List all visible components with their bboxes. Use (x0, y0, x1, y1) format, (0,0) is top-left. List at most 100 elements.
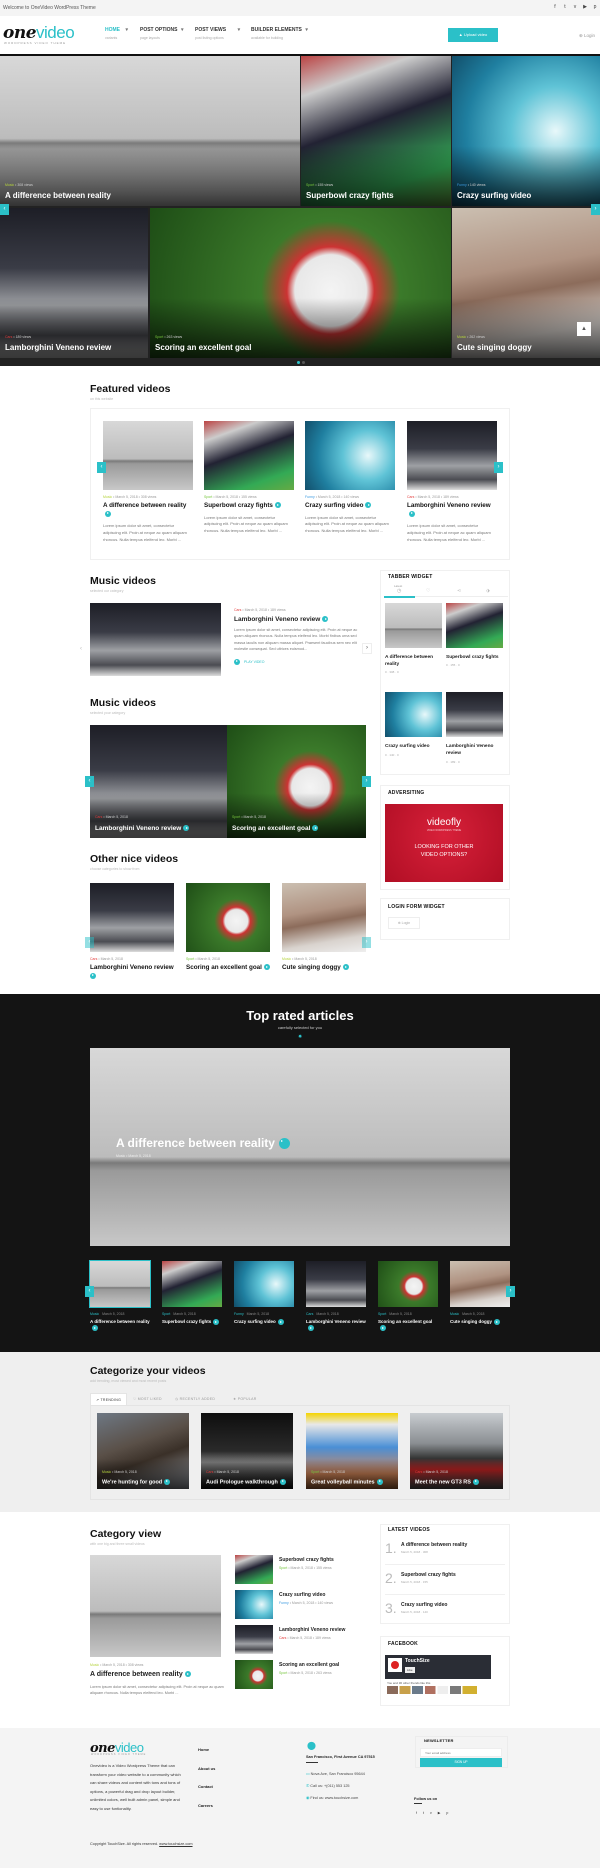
card-title[interactable]: Scoring an excellent goal (186, 964, 262, 971)
clock-icon[interactable]: ◷ (397, 588, 401, 594)
category-label[interactable]: Cars (234, 608, 241, 612)
category-label[interactable]: Sport (311, 1470, 319, 1474)
categorize-tile[interactable]: Cars • March 5, 2018 Meet the new GT3 RS (410, 1413, 503, 1489)
category-label[interactable]: Funny (305, 495, 315, 499)
play-icon[interactable] (342, 964, 349, 971)
carousel-prev-arrow[interactable]: ‹ (85, 776, 94, 787)
heart-icon[interactable]: ♡ (426, 588, 430, 594)
feature-title[interactable]: A difference between reality (116, 1136, 275, 1150)
top-rated-card[interactable]: Funny March 5, 2018 Crazy surfing video (234, 1261, 294, 1325)
card-title[interactable]: Crazy surfing video (234, 1319, 276, 1324)
twitter-icon[interactable]: t (423, 1811, 430, 1815)
thumbnail[interactable] (450, 1261, 510, 1307)
thumbnail[interactable] (89, 1260, 151, 1308)
category-view-thumb[interactable] (235, 1555, 273, 1584)
tile-title[interactable]: Lamborghini Veneno review (95, 825, 181, 832)
play-icon[interactable] (365, 502, 372, 509)
hero-tile[interactable]: Cars • 189 views Lamborghini Veneno revie… (0, 208, 148, 358)
newsletter-signup-button[interactable]: SIGN UP (420, 1758, 502, 1767)
category-label[interactable]: Cars (90, 957, 97, 961)
carousel-prev-arrow[interactable]: ‹ (85, 937, 94, 948)
play-icon[interactable] (90, 972, 96, 979)
play-icon[interactable] (263, 964, 270, 971)
list-item-title[interactable]: Superbowl crazy fights (401, 1572, 456, 1578)
play-icon[interactable] (380, 1325, 386, 1332)
youtube-icon[interactable]: ▶ (582, 4, 588, 10)
thumbnail[interactable] (103, 421, 193, 490)
tabber-item-title[interactable]: Superbowl crazy fights (446, 655, 503, 662)
list-item-title[interactable]: Superbowl crazy fights (279, 1557, 334, 1563)
twitter-icon[interactable]: t (562, 4, 568, 10)
thumbnail[interactable] (90, 883, 174, 952)
category-label[interactable]: Sport (279, 1566, 287, 1570)
category-label[interactable]: Sport (306, 183, 314, 187)
scroll-top-button[interactable]: ▲ (577, 322, 591, 336)
play-icon[interactable] (494, 1319, 500, 1325)
play-icon[interactable] (472, 1478, 479, 1485)
categorize-tile[interactable]: Sport • March 5, 2018 Great volleyball mi… (306, 1413, 398, 1489)
tabber-thumb[interactable] (446, 692, 503, 737)
tabber-item-title[interactable]: Lamborghini Veneno review (446, 744, 503, 757)
category-label[interactable]: Music (90, 1663, 99, 1667)
tab-most-liked[interactable]: ♡ MOST LIKED (128, 1393, 167, 1405)
play-icon[interactable] (277, 1319, 284, 1325)
categorize-tile[interactable]: Music • March 5, 2018 We're hunting for g… (97, 1413, 189, 1489)
card-title[interactable]: Cute singing doggy (450, 1319, 492, 1324)
category-view-thumb[interactable] (235, 1590, 273, 1619)
play-icon[interactable] (409, 510, 415, 517)
tabber-thumb[interactable] (385, 603, 442, 648)
tag-icon[interactable]: ⬗ (486, 588, 490, 594)
chevron-right-icon[interactable]: › (362, 643, 372, 654)
chevron-left-icon[interactable]: ‹ (80, 646, 82, 652)
nav-post-options[interactable]: POST OPTIONS page layouts ▾ (140, 27, 184, 40)
carousel-prev-arrow[interactable]: ‹ (85, 1286, 94, 1297)
category-label[interactable]: Music (5, 183, 14, 187)
thumbnail[interactable] (407, 421, 497, 490)
share-icon[interactable]: ⋖ (457, 588, 461, 594)
category-label[interactable]: Funny (234, 1312, 244, 1316)
category-label[interactable]: Music (90, 1312, 99, 1316)
category-label[interactable]: Music (102, 1470, 111, 1474)
categorize-tile[interactable]: Cars • March 5, 2018 Audi Prologue walkth… (201, 1413, 293, 1489)
hero-tile[interactable]: Sport • 263 views Scoring an excellent go… (150, 208, 451, 358)
tabber-thumb[interactable] (385, 692, 442, 737)
tab-recently-added[interactable]: ◷ RECENTLY ADDED (170, 1393, 220, 1405)
other-card[interactable]: Music • March 5, 2018 Cute singing doggy (282, 883, 366, 973)
hero-tile[interactable]: Music • 308 views A difference between re… (0, 56, 300, 206)
newsletter-email-input[interactable] (420, 1748, 502, 1757)
top-rated-card[interactable]: Cars March 5, 2018 Lamborghini Veneno re… (306, 1261, 366, 1332)
vimeo-icon[interactable]: v (430, 1811, 438, 1815)
thumbnail[interactable] (234, 1261, 294, 1307)
card-title[interactable]: A difference between reality (103, 502, 186, 509)
category-label[interactable]: Cars (415, 1470, 422, 1474)
list-item-title[interactable]: Crazy surfing video (401, 1602, 447, 1608)
card-title[interactable]: Lamborghini Veneno review (90, 964, 174, 971)
category-label[interactable]: Sport (378, 1312, 386, 1316)
category-label[interactable]: Music (282, 957, 291, 961)
category-view-thumb[interactable] (235, 1660, 273, 1689)
music-thumbnail[interactable] (90, 603, 221, 676)
thumbnail[interactable] (162, 1261, 222, 1307)
thumbnail[interactable] (204, 421, 294, 490)
category-label[interactable]: Cars (407, 495, 414, 499)
tile-title[interactable]: A difference between reality (5, 191, 111, 200)
featured-card[interactable]: Music • March 5, 2018 • 308 views A diffe… (103, 421, 193, 543)
nav-home[interactable]: HOME variants ▾ (105, 27, 128, 40)
tile-title[interactable]: Audi Prologue walkthrough (206, 1479, 278, 1485)
nav-builder-elements[interactable]: BUILDER ELEMENTS available for building ▾ (251, 27, 308, 40)
slider-next-arrow[interactable]: › (591, 204, 600, 215)
play-icon[interactable] (213, 1319, 220, 1325)
footer-link-careers[interactable]: Careers (198, 1803, 213, 1808)
play-icon[interactable] (184, 1671, 191, 1678)
category-view-main-thumb[interactable] (90, 1555, 221, 1657)
tile-title[interactable]: Great volleyball minutes (311, 1479, 375, 1485)
ad-banner[interactable]: videofly VIDEO WORDPRESS THEME LOOKING F… (385, 804, 503, 882)
login-link[interactable]: ⊕ Login (579, 33, 595, 39)
card-title[interactable]: Lamborghini Veneno review (306, 1319, 366, 1324)
other-card[interactable]: Sport • March 5, 2018 Scoring an excellen… (186, 883, 270, 973)
play-video-link[interactable]: PLAY VIDEO (234, 658, 364, 665)
footer-link-about[interactable]: About us (198, 1766, 215, 1771)
list-item-title[interactable]: Lamborghini Veneno review (279, 1627, 345, 1633)
category-label[interactable]: Funny (457, 183, 467, 187)
play-icon[interactable] (376, 1478, 383, 1485)
